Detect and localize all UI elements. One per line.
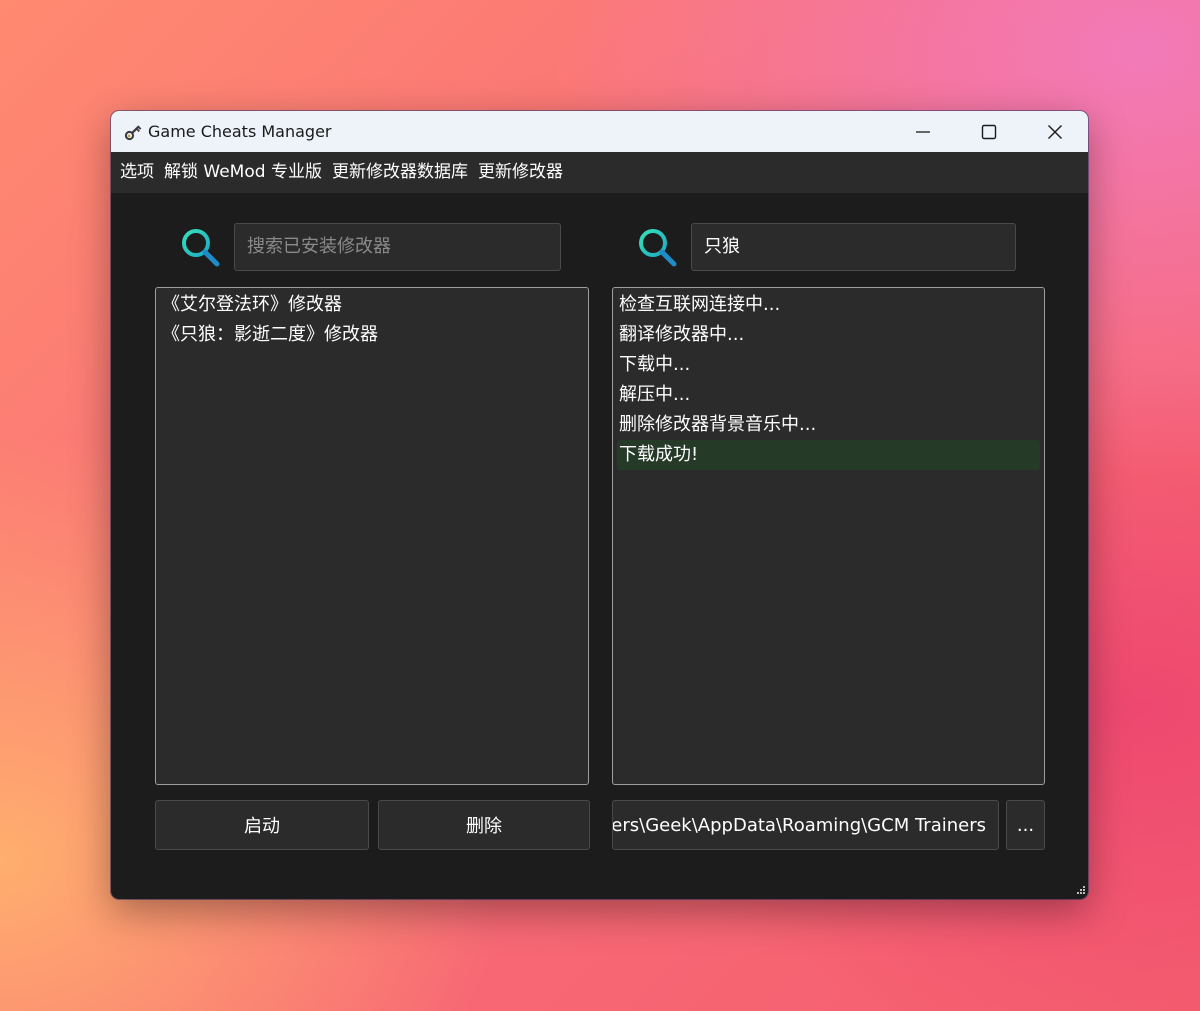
menu-options[interactable]: 选项 [115, 152, 159, 193]
title-bar[interactable]: Game Cheats Manager [111, 111, 1088, 152]
log-line: 解压中... [619, 384, 691, 405]
minimize-button[interactable] [890, 111, 956, 152]
log-line: 删除修改器背景音乐中... [619, 414, 817, 435]
menu-update-trainers[interactable]: 更新修改器 [473, 152, 568, 193]
log-line-success: 下载成功! [617, 440, 1040, 470]
menu-bar: 选项 解锁 WeMod 专业版 更新修改器数据库 更新修改器 [111, 152, 1088, 193]
trainer-download-search-input[interactable]: 只狼 [691, 223, 1016, 271]
resize-grip-icon[interactable] [1074, 885, 1086, 897]
delete-button[interactable]: 删除 [378, 800, 590, 850]
minimize-icon [916, 130, 930, 133]
maximize-icon [981, 124, 997, 139]
key-icon [124, 125, 142, 141]
app-window: Game Cheats Manager 选项 解锁 WeMod 专业版 更新修改… [111, 111, 1088, 899]
search-icon [639, 229, 677, 267]
log-line: 翻译修改器中... [619, 324, 745, 345]
maximize-button[interactable] [956, 111, 1022, 152]
log-line: 检查互联网连接中... [619, 294, 781, 315]
installed-trainers-search-input[interactable]: 搜索已安装修改器 [234, 223, 561, 271]
list-item[interactable]: 《只狼：影逝二度》修改器 [160, 320, 584, 350]
log-line: 下载中... [619, 354, 691, 375]
launch-button[interactable]: 启动 [155, 800, 369, 850]
menu-update-trainer-database[interactable]: 更新修改器数据库 [327, 152, 473, 193]
download-path-field[interactable]: C:\Users\Geek\AppData\Roaming\GCM Traine… [612, 800, 999, 850]
list-item[interactable]: 《艾尔登法环》修改器 [160, 290, 584, 320]
close-button[interactable] [1022, 111, 1088, 152]
search-icon [182, 229, 220, 267]
close-icon [1048, 124, 1062, 139]
download-log-panel[interactable]: 检查互联网连接中... 翻译修改器中... 下载中... 解压中... 删除修改… [612, 287, 1045, 785]
window-title: Game Cheats Manager [148, 122, 332, 141]
installed-trainers-list[interactable]: 《艾尔登法环》修改器 《只狼：影逝二度》修改器 [155, 287, 589, 785]
browse-path-button[interactable]: ... [1006, 800, 1045, 850]
menu-unlock-wemod-pro[interactable]: 解锁 WeMod 专业版 [159, 152, 327, 193]
